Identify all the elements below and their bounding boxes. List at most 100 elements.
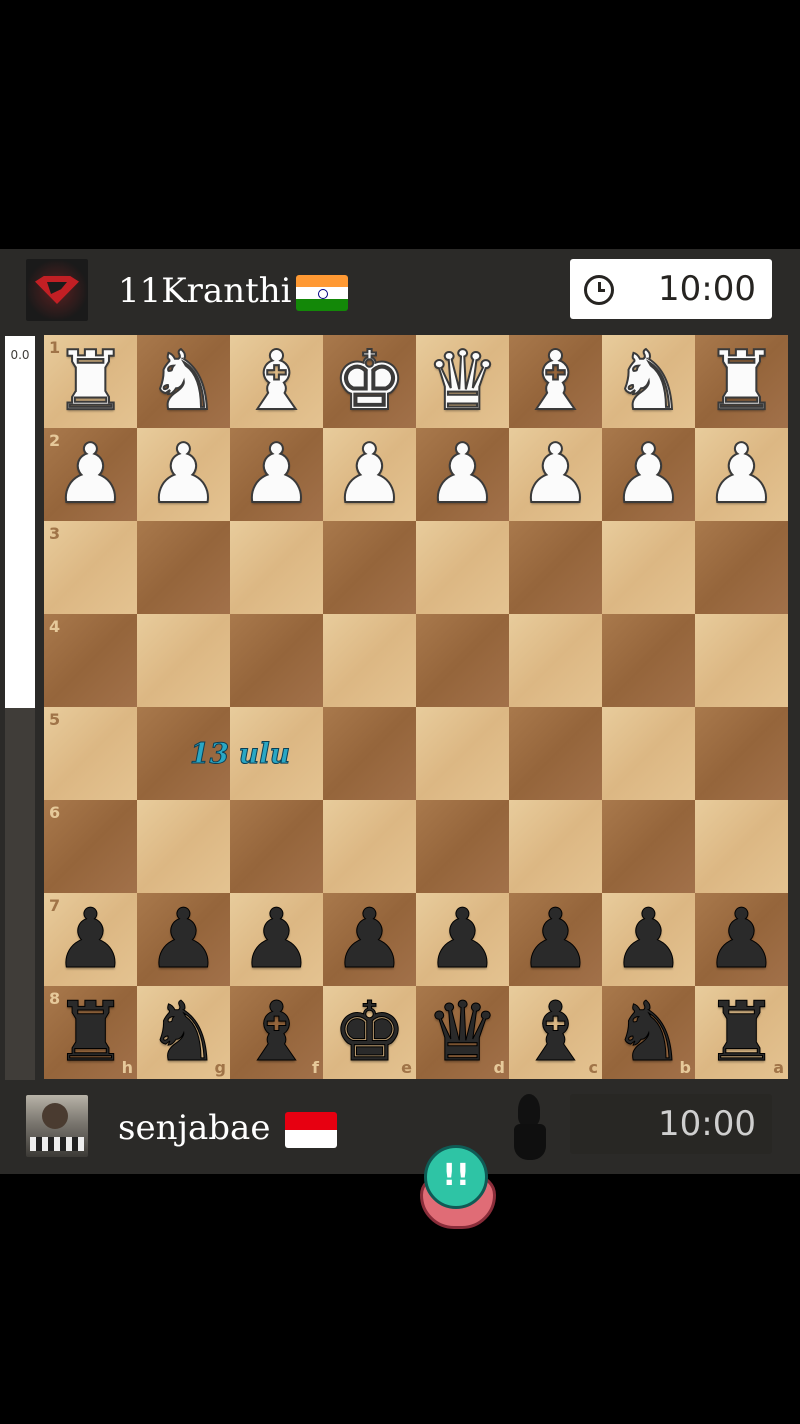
board-square[interactable]: [230, 521, 323, 614]
black-pawn-icon[interactable]: ♟: [146, 898, 221, 981]
top-player-avatar[interactable]: [26, 259, 88, 321]
board-square[interactable]: [602, 800, 695, 893]
board-square[interactable]: 8 h ♜: [44, 986, 137, 1079]
board-square[interactable]: [602, 614, 695, 707]
white-pawn-icon[interactable]: ♟: [425, 432, 501, 516]
board-square[interactable]: ♟: [137, 428, 230, 521]
white-pawn-icon[interactable]: ♟: [239, 432, 315, 516]
black-pawn-icon[interactable]: ♟: [425, 898, 500, 981]
white-pawn-icon[interactable]: ♟: [518, 432, 594, 516]
white-pawn-icon[interactable]: ♟: [146, 432, 222, 516]
board-square[interactable]: ♟: [602, 428, 695, 521]
board-square[interactable]: ♜: [695, 335, 788, 428]
white-bishop-icon[interactable]: ♝: [518, 339, 594, 423]
black-pawn-icon[interactable]: ♟: [611, 898, 686, 981]
board-square[interactable]: ♞: [137, 335, 230, 428]
board-square[interactable]: 5: [44, 707, 137, 800]
board-square[interactable]: ♟: [509, 428, 602, 521]
black-bishop-icon[interactable]: ♝: [518, 991, 593, 1074]
white-queen-icon[interactable]: ♛: [425, 339, 501, 423]
board-square[interactable]: [230, 800, 323, 893]
board-square[interactable]: [323, 707, 416, 800]
board-square[interactable]: 4: [44, 614, 137, 707]
board-square[interactable]: [695, 800, 788, 893]
board-square[interactable]: a ♜: [695, 986, 788, 1079]
white-pawn-icon[interactable]: ♟: [332, 432, 408, 516]
board-square[interactable]: [509, 707, 602, 800]
white-king-icon[interactable]: ♚: [332, 339, 408, 423]
black-pawn-icon[interactable]: ♟: [332, 898, 407, 981]
board-square[interactable]: 7 ♟: [44, 893, 137, 986]
board-square[interactable]: ♟: [509, 893, 602, 986]
board-square[interactable]: 6: [44, 800, 137, 893]
board-square[interactable]: ♝: [230, 335, 323, 428]
bottom-player-avatar[interactable]: [26, 1095, 88, 1157]
board-square[interactable]: ♟: [695, 428, 788, 521]
board-square[interactable]: ♞: [602, 335, 695, 428]
board-square[interactable]: [323, 614, 416, 707]
board-square[interactable]: ♟: [323, 893, 416, 986]
board-square[interactable]: [509, 521, 602, 614]
board-square[interactable]: ♛: [416, 335, 509, 428]
white-rook-icon[interactable]: ♜: [53, 339, 129, 423]
board-square[interactable]: [416, 521, 509, 614]
board-square[interactable]: b ♞: [602, 986, 695, 1079]
top-player-name[interactable]: 11Kranthi: [118, 271, 348, 311]
board-square[interactable]: [416, 707, 509, 800]
board-square[interactable]: [695, 614, 788, 707]
board-square[interactable]: g ♞: [137, 986, 230, 1079]
board-square[interactable]: 2 ♟: [44, 428, 137, 521]
board-square[interactable]: [137, 521, 230, 614]
board-square[interactable]: f ♝: [230, 986, 323, 1079]
black-pawn-icon[interactable]: ♟: [518, 898, 593, 981]
board-square[interactable]: [416, 800, 509, 893]
board-square[interactable]: ♟: [323, 428, 416, 521]
board-square[interactable]: ♟: [416, 893, 509, 986]
board-square[interactable]: ♚: [323, 335, 416, 428]
board-square[interactable]: d ♛: [416, 986, 509, 1079]
board-square[interactable]: ♟: [602, 893, 695, 986]
black-bishop-icon[interactable]: ♝: [239, 991, 314, 1074]
white-bishop-icon[interactable]: ♝: [239, 339, 315, 423]
white-pawn-icon[interactable]: ♟: [704, 432, 780, 516]
white-pawn-icon[interactable]: ♟: [611, 432, 687, 516]
board-square[interactable]: [137, 800, 230, 893]
black-queen-icon[interactable]: ♛: [425, 991, 500, 1074]
board-square[interactable]: c ♝: [509, 986, 602, 1079]
board-square[interactable]: 3: [44, 521, 137, 614]
white-knight-icon[interactable]: ♞: [146, 339, 222, 423]
black-knight-icon[interactable]: ♞: [146, 991, 221, 1074]
black-pawn-icon[interactable]: ♟: [239, 898, 314, 981]
board-square[interactable]: [323, 800, 416, 893]
board-square[interactable]: ♟: [137, 893, 230, 986]
black-knight-icon[interactable]: ♞: [611, 991, 686, 1074]
black-rook-icon[interactable]: ♜: [704, 991, 779, 1074]
board-square[interactable]: [416, 614, 509, 707]
board-square[interactable]: [695, 521, 788, 614]
white-pawn-icon[interactable]: ♟: [53, 432, 129, 516]
board-square[interactable]: ♟: [416, 428, 509, 521]
black-pawn-icon[interactable]: ♟: [704, 898, 779, 981]
board-square[interactable]: [509, 800, 602, 893]
black-pawn-icon[interactable]: ♟: [53, 898, 128, 981]
chess-board[interactable]: 1 ♜ ♞ ♝ ♚ ♛ ♝ ♞ ♜ 2 ♟ ♟ ♟ ♟ ♟ ♟ ♟ ♟ 3 4 5 6 7 ♟ ♟ ♟ ♟ ♟ ♟ ♟ ♟ 8 h ♜ g ♞ f ♝ e ♚…: [44, 335, 788, 1079]
bottom-player-name[interactable]: senjabae: [118, 1108, 338, 1148]
board-square[interactable]: ♟: [695, 893, 788, 986]
board-square[interactable]: [695, 707, 788, 800]
board-square[interactable]: ♟: [230, 893, 323, 986]
board-square[interactable]: 1 ♜: [44, 335, 137, 428]
black-rook-icon[interactable]: ♜: [53, 991, 128, 1074]
board-square[interactable]: [602, 707, 695, 800]
black-king-icon[interactable]: ♚: [332, 991, 407, 1074]
board-square[interactable]: e ♚: [323, 986, 416, 1079]
white-rook-icon[interactable]: ♜: [704, 339, 780, 423]
board-square[interactable]: [509, 614, 602, 707]
white-knight-icon[interactable]: ♞: [611, 339, 687, 423]
board-square[interactable]: [323, 521, 416, 614]
board-square[interactable]: [230, 614, 323, 707]
exclamation-ball-sticker-icon[interactable]: !!: [418, 1145, 496, 1229]
board-square[interactable]: [602, 521, 695, 614]
board-square[interactable]: [137, 614, 230, 707]
board-square[interactable]: ♟: [230, 428, 323, 521]
board-square[interactable]: ♝: [509, 335, 602, 428]
